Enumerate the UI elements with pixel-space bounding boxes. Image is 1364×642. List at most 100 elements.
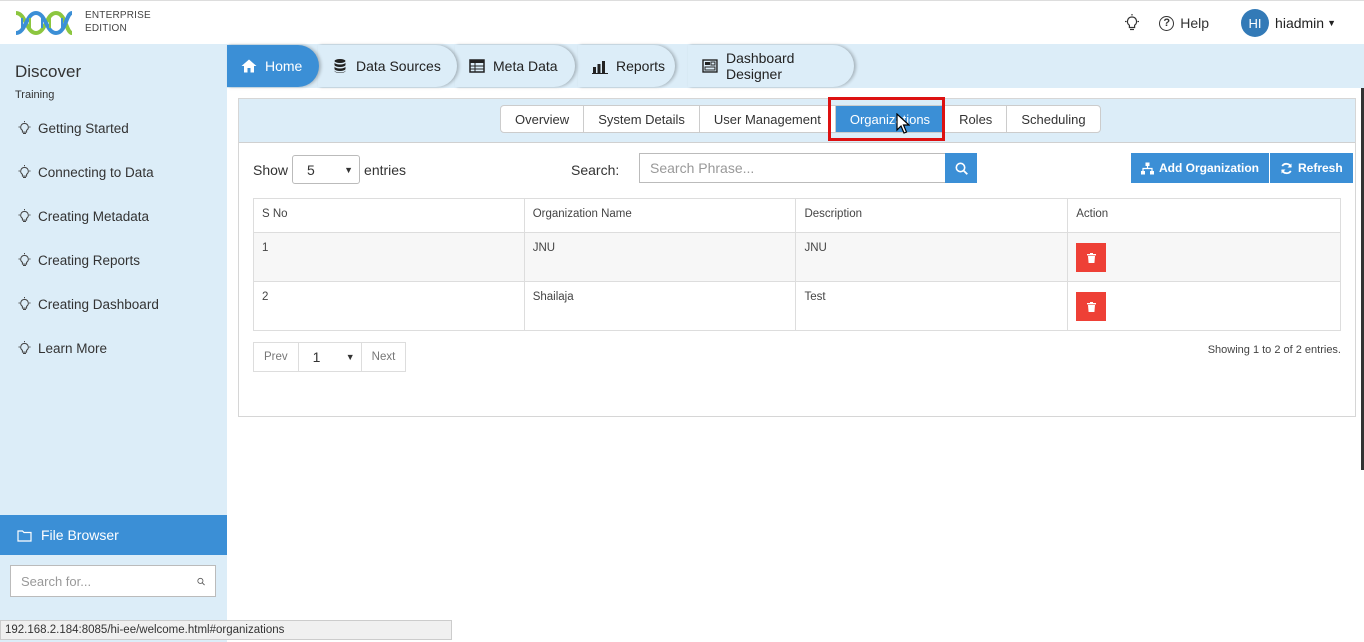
refresh-label: Refresh <box>1298 161 1343 175</box>
sidebar-item-label: Getting Started <box>38 121 129 136</box>
sidebar-item-label: Creating Metadata <box>38 209 150 224</box>
edition-line-2: EDITION <box>85 23 127 34</box>
refresh-button[interactable]: Refresh <box>1269 153 1353 183</box>
subtab-organizations[interactable]: Organizations <box>835 106 946 132</box>
entries-select[interactable]: 5 ▼ <box>292 155 361 184</box>
sidebar: Discover Training Getting Started Connec… <box>0 44 227 642</box>
main-content: Dashboard Designer Reports Meta Data Dat… <box>227 44 1364 642</box>
lightbulb-icon[interactable] <box>1123 14 1141 32</box>
table-header-row: S No Organization Name Description Actio… <box>253 198 1341 233</box>
dashboard-icon <box>702 59 718 73</box>
subtab-scheduling[interactable]: Scheduling <box>1007 106 1099 132</box>
table-row: 2 Shailaja Test <box>253 281 1341 331</box>
edition-line-1: ENTERPRISE <box>85 10 151 21</box>
page-select[interactable]: 1 ▼ <box>297 343 362 371</box>
cell-organization-name: JNU <box>523 232 797 282</box>
trash-icon <box>1086 252 1096 263</box>
page-value: 1 <box>312 349 321 365</box>
column-header-sno[interactable]: S No <box>253 198 525 233</box>
showing-entries-text: Showing 1 to 2 of 2 entries. <box>1207 344 1341 356</box>
sidebar-item-label: Creating Dashboard <box>38 297 159 312</box>
cell-sno: 2 <box>253 281 525 331</box>
subtab-system-details[interactable]: System Details <box>584 106 700 132</box>
cell-description: JNU <box>795 232 1069 282</box>
sidebar-item-label: Creating Reports <box>38 253 141 268</box>
sub-tab-bar: Overview System Details User Management … <box>239 97 1355 143</box>
tab-data-sources[interactable]: Data Sources <box>318 45 457 87</box>
cell-action <box>1067 281 1341 331</box>
trash-icon <box>1086 301 1096 312</box>
sidebar-item-label: Learn More <box>38 341 108 356</box>
search-box <box>639 153 977 183</box>
status-url: 192.168.2.184:8085/hi-ee/welcome.html#or… <box>5 624 285 636</box>
subtab-roles[interactable]: Roles <box>945 106 1008 132</box>
avatar: HI <box>1241 9 1270 37</box>
sitemap-icon <box>1141 162 1154 174</box>
lightbulb-icon <box>18 297 31 310</box>
search-icon <box>955 162 968 175</box>
help-link[interactable]: ? Help <box>1159 15 1209 31</box>
table-icon <box>469 59 485 73</box>
chevron-down-icon: ▼ <box>345 352 355 362</box>
cell-description: Test <box>795 281 1069 331</box>
username: hiadmin <box>1275 15 1325 31</box>
search-label: Search: <box>571 162 620 178</box>
file-browser-label: File Browser <box>41 527 119 543</box>
entries-value: 5 <box>307 161 315 178</box>
sidebar-search <box>10 565 216 597</box>
subtab-overview[interactable]: Overview <box>501 106 585 132</box>
lightbulb-icon <box>18 253 31 266</box>
column-header-organization-name[interactable]: Organization Name <box>523 198 797 233</box>
sidebar-item-connecting-to-data[interactable]: Connecting to Data <box>17 165 154 180</box>
user-menu[interactable]: HI hiadmin ▼ <box>1241 9 1336 37</box>
tab-dashboard-designer[interactable]: Dashboard Designer <box>688 45 854 87</box>
next-button[interactable]: Next <box>362 343 406 371</box>
home-icon <box>241 59 257 73</box>
subtab-user-management[interactable]: User Management <box>700 106 836 132</box>
lightbulb-icon <box>18 341 31 354</box>
search-icon[interactable] <box>197 575 205 588</box>
top-bar: ENTERPRISE EDITION ? Help HI hiadmin ▼ <box>0 0 1364 44</box>
folder-icon <box>17 529 32 542</box>
sidebar-item-creating-metadata[interactable]: Creating Metadata <box>17 209 149 224</box>
refresh-icon <box>1281 162 1292 174</box>
bar-chart-icon <box>592 61 608 74</box>
search-button[interactable] <box>945 153 977 183</box>
add-organization-button[interactable]: Add Organization <box>1131 153 1269 183</box>
add-organization-label: Add Organization <box>1159 161 1259 175</box>
search-input[interactable] <box>639 153 945 183</box>
pagination: Prev 1 ▼ Next <box>253 342 407 372</box>
lightbulb-icon <box>18 121 31 134</box>
show-label: Show <box>253 161 289 178</box>
tab-meta-data[interactable]: Meta Data <box>455 45 575 87</box>
sidebar-item-label: Connecting to Data <box>38 165 154 180</box>
caret-down-icon: ▼ <box>1327 18 1336 28</box>
prev-button[interactable]: Prev <box>254 343 298 371</box>
column-header-action: Action <box>1067 198 1341 233</box>
tab-label: Reports <box>616 58 666 74</box>
delete-button[interactable] <box>1076 292 1107 321</box>
helical-logo[interactable] <box>14 9 74 37</box>
file-browser-button[interactable]: File Browser <box>0 515 227 555</box>
organizations-panel: Overview System Details User Management … <box>238 97 1356 417</box>
sidebar-search-input[interactable] <box>21 573 197 589</box>
tab-label: Meta Data <box>493 58 558 74</box>
question-icon: ? <box>1159 15 1175 31</box>
column-header-description[interactable]: Description <box>795 198 1069 233</box>
cell-sno: 1 <box>253 232 525 282</box>
sidebar-item-creating-dashboard[interactable]: Creating Dashboard <box>17 297 159 312</box>
help-label: Help <box>1180 15 1210 31</box>
sidebar-subtitle: Training <box>15 89 55 101</box>
sidebar-item-getting-started[interactable]: Getting Started <box>17 121 129 136</box>
edition-label: ENTERPRISE EDITION <box>85 9 151 35</box>
delete-button[interactable] <box>1076 243 1107 272</box>
cell-organization-name: Shailaja <box>523 281 797 331</box>
sidebar-item-creating-reports[interactable]: Creating Reports <box>17 253 140 268</box>
tab-label: Home <box>265 58 303 74</box>
status-bar: 192.168.2.184:8085/hi-ee/welcome.html#or… <box>0 620 452 640</box>
cell-action <box>1067 232 1341 282</box>
sidebar-item-learn-more[interactable]: Learn More <box>17 341 107 356</box>
action-buttons: Add Organization Refresh <box>1131 153 1353 183</box>
tab-home[interactable]: Home <box>227 45 319 87</box>
tab-reports[interactable]: Reports <box>578 45 675 87</box>
